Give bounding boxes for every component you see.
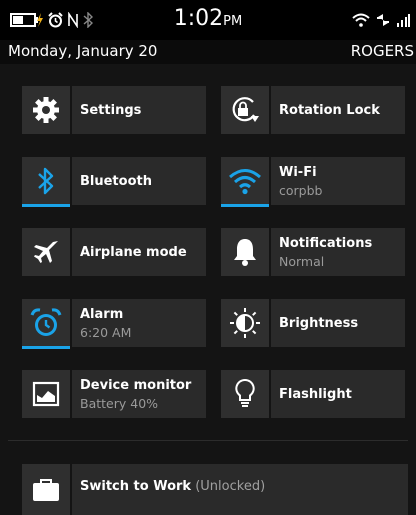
airplane-icon bbox=[34, 241, 58, 263]
bluetooth-tile[interactable]: Bluetooth bbox=[22, 157, 206, 207]
status-icons-right bbox=[352, 10, 410, 30]
wifi-icon bbox=[229, 169, 261, 195]
device-monitor-icon bbox=[32, 381, 60, 407]
rotation-lock-tile[interactable]: Rotation Lock bbox=[221, 86, 405, 134]
tile-subtitle: corpbb bbox=[279, 182, 323, 198]
airplane-mode-tile[interactable]: Airplane mode bbox=[22, 228, 206, 276]
tile-title: Wi-Fi bbox=[279, 164, 317, 180]
bell-icon bbox=[234, 239, 256, 266]
data-transfer-icon bbox=[377, 14, 389, 26]
briefcase-icon bbox=[33, 478, 59, 501]
tile-title: Brightness bbox=[279, 315, 359, 331]
switch-to-work-tile[interactable]: Switch to Work (Unlocked) bbox=[22, 464, 408, 515]
date-label: Monday, January 20 bbox=[8, 42, 158, 60]
tile-title: Notifications bbox=[279, 235, 373, 251]
tile-title: Bluetooth bbox=[80, 173, 152, 189]
settings-tile[interactable]: Settings bbox=[22, 86, 206, 134]
active-indicator bbox=[22, 346, 70, 349]
tile-subtitle: Normal bbox=[279, 253, 325, 269]
signal-strength-icon bbox=[397, 14, 410, 27]
flashlight-tile[interactable]: Flashlight bbox=[221, 370, 405, 418]
notifications-tile[interactable]: Notifications Normal bbox=[221, 228, 405, 276]
tile-title: Flashlight bbox=[279, 386, 352, 402]
brightness-tile[interactable]: Brightness bbox=[221, 299, 405, 347]
tile-subtitle: 6:20 AM bbox=[80, 324, 132, 340]
brightness-icon bbox=[230, 308, 260, 338]
gear-icon bbox=[33, 97, 59, 123]
tile-title: Rotation Lock bbox=[279, 102, 380, 118]
active-indicator bbox=[221, 204, 269, 207]
tile-title: Settings bbox=[80, 102, 142, 118]
status-bar: 1:02PM bbox=[0, 0, 416, 40]
wifi-tile[interactable]: Wi-Fi corpbb bbox=[221, 157, 405, 207]
rotation-lock-icon bbox=[232, 97, 259, 122]
divider bbox=[8, 440, 408, 441]
wifi-status-icon bbox=[352, 13, 370, 27]
carrier-label: ROGERS bbox=[350, 42, 414, 60]
work-label: Switch to Work (Unlocked) bbox=[80, 479, 266, 494]
bluetooth-icon bbox=[38, 167, 54, 195]
device-monitor-tile[interactable]: Device monitor Battery 40% bbox=[22, 370, 206, 418]
lightbulb-icon bbox=[235, 378, 255, 407]
tile-subtitle: Battery 40% bbox=[80, 395, 159, 411]
tile-title: Alarm bbox=[80, 306, 124, 322]
active-indicator bbox=[22, 204, 70, 207]
alarm-clock-icon bbox=[30, 308, 62, 336]
alarm-tile[interactable]: Alarm 6:20 AM bbox=[22, 299, 206, 349]
tile-title: Device monitor bbox=[80, 377, 192, 393]
tile-title: Airplane mode bbox=[80, 244, 187, 260]
date-row: Monday, January 20 ROGERS bbox=[0, 40, 416, 64]
